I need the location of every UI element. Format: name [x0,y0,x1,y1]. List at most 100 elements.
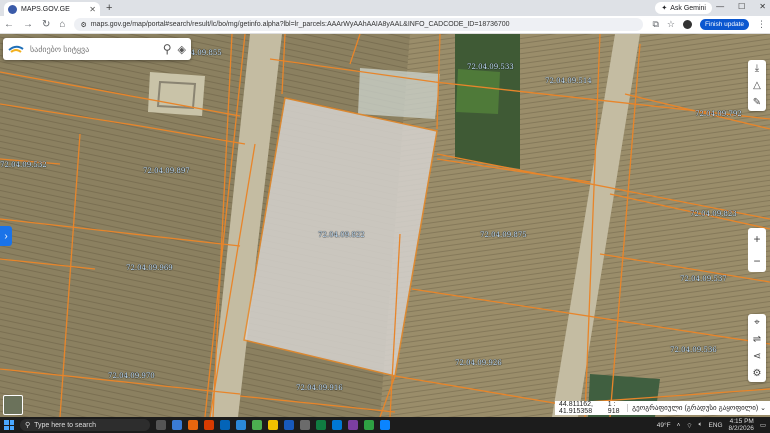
parcel-label: 72.04.09.875 [480,231,527,239]
tab-title: MAPS.GOV.GE [21,5,70,13]
parcel-label: 72.04.09.792 [695,110,742,118]
clock[interactable]: 4:15 PM 8/2/2026 [729,418,754,432]
parcel-label: 72.04.09.926 [455,359,502,367]
map-view[interactable]: 72.04.09.897 72.04.09.822 72.04.09.532 7… [0,34,770,417]
clock-time: 4:15 PM [729,418,754,425]
projection-select[interactable]: გეოგრაფიული (გრადუსი გაყოფილი) ⌄ [627,404,766,412]
parcel-label: 72.04.09.897 [143,167,190,175]
taskbar-search-icon: ⚲ [25,422,31,429]
projection-label: გეოგრაფიული (გრადუსი გაყოფილი) [632,405,759,412]
window-controls: — ☐ ✕ [716,2,766,11]
parcel-label: 72.04.09.916 [296,384,343,392]
screen: MAPS.GOV.GE ✕ + ✦ Ask Gemini — ☐ ✕ ← → ↻ … [0,0,770,433]
map-tools-bottom: ⌖ ⇌ ⋖ ⚙ [748,314,766,382]
close-window-icon[interactable]: ✕ [759,2,766,11]
app-pinned-icon[interactable] [172,420,182,430]
vegetation-plot [456,69,500,114]
menu-dots-icon[interactable]: ⋮ [757,19,766,30]
draw-tools-icon[interactable]: ✎ [753,97,761,108]
install-app-icon[interactable]: ⧉ [652,19,658,30]
firefox-icon[interactable] [188,420,198,430]
zoom-out-button[interactable]: − [753,254,760,268]
parcel-label: 72.04.09.514 [545,77,592,85]
notifications-icon[interactable]: ▭ [760,421,766,429]
bookmark-star-icon[interactable]: ☆ [667,19,675,30]
parcel-label-selected: 72.04.09.822 [318,231,365,239]
skype-icon[interactable] [236,420,246,430]
zoom-in-button[interactable]: + [753,232,760,246]
cursor-coordinates: 44.811162, 41.915358 [559,401,593,415]
maximize-icon[interactable]: ☐ [738,2,745,11]
system-tray: 49°F ˄ ⌔ 🔈︎ ENG 4:15 PM 8/2/2026 ▭ [657,418,766,432]
directions-icon[interactable]: ⇌ [753,334,761,345]
windows-taskbar: ⚲ Type here to search 49°F ˄ ⌔ 🔈︎ ENG 4:… [0,417,770,433]
satellite-imagery [0,34,770,417]
excel-icon[interactable] [316,420,326,430]
locate-icon[interactable]: ⌖ [754,317,760,328]
clock-date: 8/2/2026 [728,425,754,432]
site-favicon-icon [8,4,17,14]
parcel-label: 72.04.09.970 [108,372,155,380]
tray-chevron-up-icon[interactable]: ˄ [677,422,681,429]
gemini-icon: ✦ [661,5,668,12]
measure-icon[interactable]: △ [753,80,761,91]
basemap-switcher-thumbnail[interactable] [3,395,23,415]
map-search-box: ⚲ ◈ [3,38,191,60]
input-language[interactable]: ENG [708,422,722,429]
download-icon[interactable]: ⤓ [755,63,759,74]
zoom-control: + − [748,228,766,272]
vs-icon[interactable] [348,420,358,430]
greenhouse-roof [358,68,440,119]
file-explorer-icon[interactable] [268,420,278,430]
word-icon[interactable] [284,420,294,430]
sidebar-expand-chevron-icon[interactable]: › [0,226,12,246]
browser-tab-bar: MAPS.GOV.GE ✕ + ✦ Ask Gemini — ☐ ✕ [0,0,770,16]
parcel-label: 72.04.09.969 [126,264,173,272]
ask-gemini-label: Ask Gemini [670,4,706,12]
outlook-icon[interactable] [220,420,230,430]
volume-icon[interactable]: 🔈︎ [699,421,703,429]
back-icon[interactable]: ← [4,19,14,30]
profile-avatar[interactable] [682,20,692,29]
building-ruin [148,72,205,116]
network-icon[interactable]: ⌔ [686,421,692,430]
parcel-label: 72.04.09.533 [467,63,514,71]
app-pinned-icon[interactable] [300,420,310,430]
forward-icon[interactable]: → [23,19,33,30]
reload-icon[interactable]: ↻ [42,19,50,30]
layers-icon[interactable]: ◈ [178,43,186,56]
new-tab-button[interactable]: + [106,2,112,14]
office-icon[interactable] [204,420,214,430]
search-input[interactable] [30,44,157,54]
search-icon[interactable]: ⚲ [163,42,172,56]
edge-icon[interactable] [332,420,342,430]
browser-tab[interactable]: MAPS.GOV.GE ✕ [4,2,100,16]
weather-temp[interactable]: 49°F [657,422,671,429]
finish-update-button[interactable]: Finish update [699,19,749,30]
home-icon[interactable]: ⌂ [59,19,65,30]
parcel-label: 72.04.09.536 [670,346,717,354]
map-tools-top: ⤓ △ ✎ [748,60,766,111]
ask-gemini-button[interactable]: ✦ Ask Gemini [655,2,712,14]
windows-start-icon[interactable] [4,420,14,430]
app-pinned-icon[interactable] [364,420,374,430]
chevron-down-icon: ⌄ [760,405,766,412]
browser-toolbar: ← → ↻ ⌂ ⚙ maps.gov.ge/map/portal#search/… [0,16,770,34]
share-icon[interactable]: ⋖ [753,351,761,362]
app-pinned-icon[interactable] [380,420,390,430]
napr-logo-icon [8,45,24,53]
address-bar[interactable]: ⚙ maps.gov.ge/map/portal#search/result/l… [74,18,644,31]
taskbar-search-placeholder: Type here to search [34,421,97,429]
chrome-icon[interactable] [252,420,262,430]
parcel-label: 72.04.09.532 [0,161,47,169]
map-scale: 1 : 918 [607,401,620,415]
minimize-icon[interactable]: — [716,2,724,11]
parcel-label: 72.04.09.823 [690,210,737,218]
close-tab-icon[interactable]: ✕ [89,5,96,14]
settings-gear-icon[interactable]: ⚙ [753,368,762,379]
toolbar-actions: ⧉ ☆ Finish update ⋮ [652,19,766,30]
site-info-icon[interactable]: ⚙ [80,21,86,29]
map-status-bar: 44.811162, 41.915358 1 : 918 გეოგრაფიული… [555,401,770,415]
taskbar-search-box[interactable]: ⚲ Type here to search [20,419,150,431]
task-view-icon[interactable] [156,420,166,430]
